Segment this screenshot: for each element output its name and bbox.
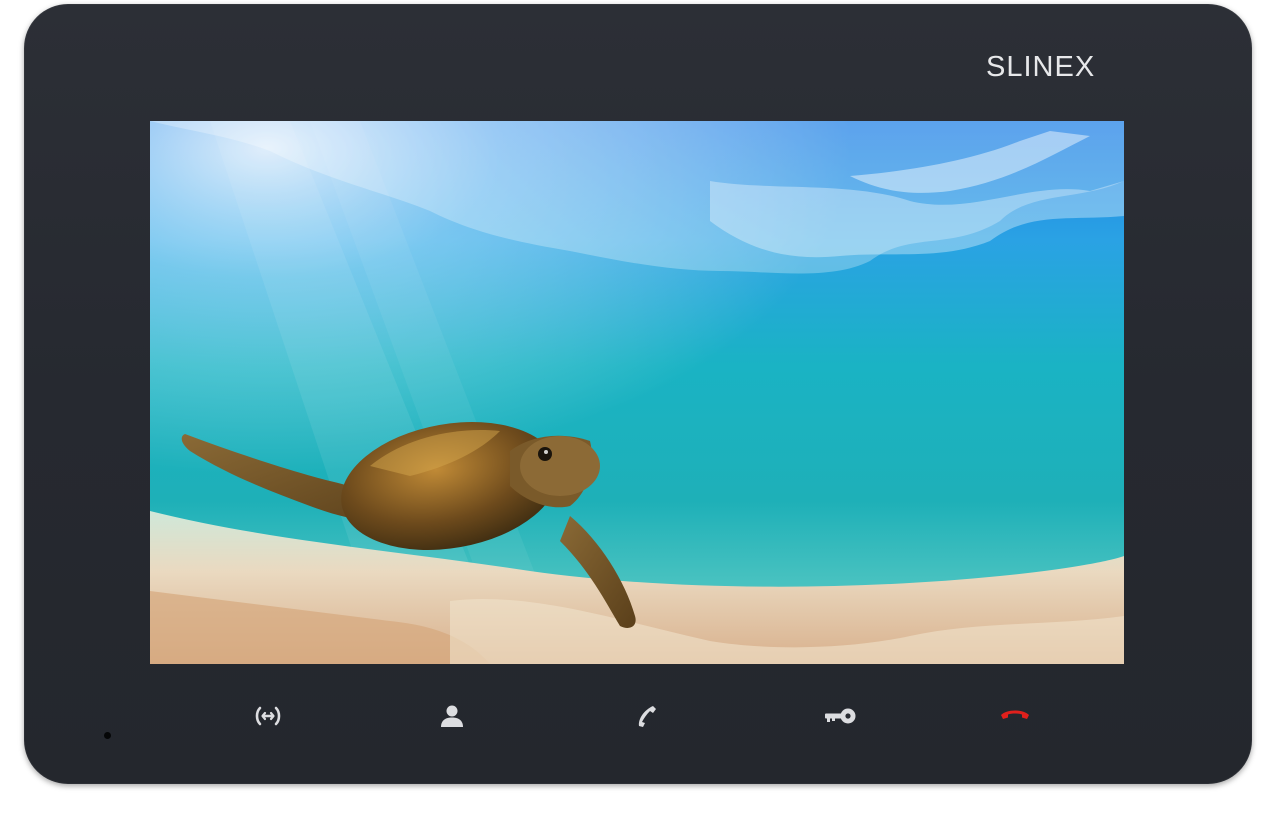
person-icon	[441, 705, 463, 727]
unlock-door-button[interactable]	[818, 696, 862, 736]
display-screen	[150, 121, 1124, 664]
brand-logo: SLINEX	[986, 51, 1096, 83]
monitor-arrows-icon	[255, 706, 281, 726]
key-icon	[825, 708, 856, 724]
microphone-hole	[104, 732, 111, 739]
video-intercom-monitor: SLINEX	[24, 4, 1252, 784]
answer-call-button[interactable]	[624, 696, 668, 736]
monitor-button[interactable]	[246, 696, 290, 736]
intercom-button[interactable]	[430, 696, 474, 736]
end-call-button[interactable]	[993, 696, 1037, 736]
phone-handset-icon	[638, 706, 656, 727]
underwater-turtle-image	[150, 121, 1124, 664]
phone-hangup-icon	[1001, 710, 1029, 719]
